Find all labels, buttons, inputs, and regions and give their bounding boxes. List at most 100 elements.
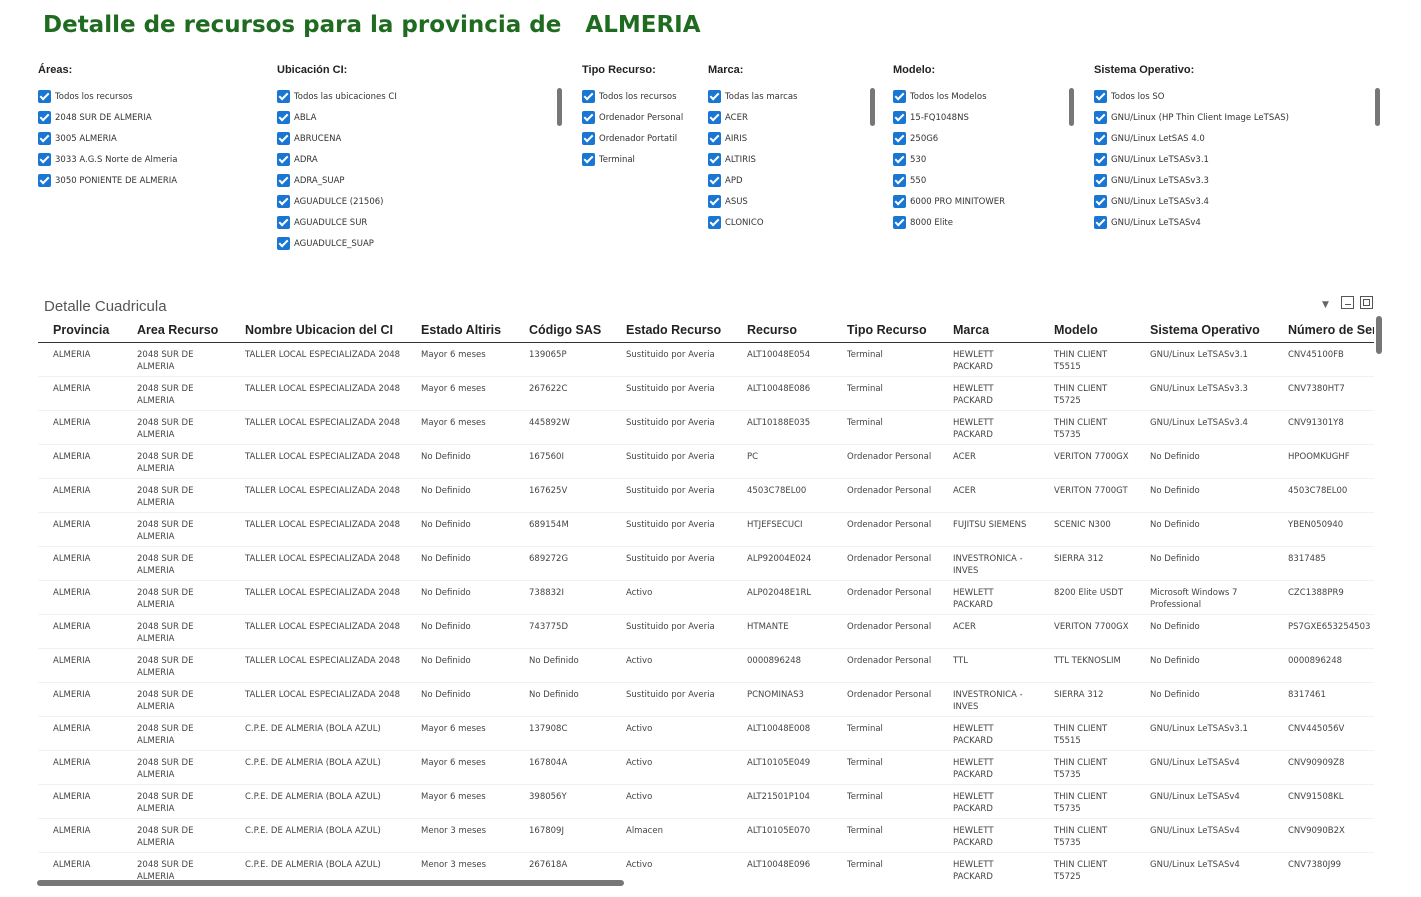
checkbox-checked-icon[interactable] — [893, 111, 906, 124]
filter-so-option[interactable]: GNU/Linux LeTSASv3.4 — [1094, 191, 1366, 212]
checkbox-checked-icon[interactable] — [38, 90, 51, 103]
column-header[interactable]: Recurso — [732, 318, 832, 343]
filter-so-option[interactable]: GNU/Linux LeTSASv3.3 — [1094, 170, 1366, 191]
maximize-icon[interactable] — [1360, 296, 1373, 309]
filter-marca-option[interactable]: ACER — [708, 107, 868, 128]
checkbox-checked-icon[interactable] — [277, 237, 290, 250]
filter-modelo-scrollbar[interactable] — [1069, 88, 1074, 126]
filter-modelo-option[interactable]: 15-FQ1048NS — [893, 107, 1065, 128]
column-header[interactable]: Marca — [938, 318, 1039, 343]
column-header[interactable]: Area Recurso — [122, 318, 230, 343]
column-header[interactable]: Tipo Recurso — [832, 318, 938, 343]
filter-marca-option[interactable]: APD — [708, 170, 868, 191]
filter-so-option[interactable]: GNU/Linux LeTSASv3.1 — [1094, 149, 1366, 170]
checkbox-checked-icon[interactable] — [708, 132, 721, 145]
checkbox-checked-icon[interactable] — [1094, 174, 1107, 187]
table-row[interactable]: ALMERIA 2048 SUR DE ALMERIA TALLER LOCAL E… — [38, 546, 1374, 581]
table-row[interactable]: ALMERIA 2048 SUR DE ALMERIA C.P.E. DE ALME… — [38, 852, 1374, 880]
column-header[interactable]: Estado Altiris — [406, 318, 514, 343]
filter-modelo-option[interactable]: Todos los Modelos — [893, 86, 1065, 107]
table-row[interactable]: ALMERIA 2048 SUR DE ALMERIA TALLER LOCAL E… — [38, 410, 1374, 445]
column-header[interactable]: Provincia — [38, 318, 122, 343]
table-row[interactable]: ALMERIA 2048 SUR DE ALMERIA TALLER LOCAL E… — [38, 580, 1374, 615]
checkbox-checked-icon[interactable] — [893, 153, 906, 166]
table-row[interactable]: ALMERIA 2048 SUR DE ALMERIA TALLER LOCAL E… — [38, 342, 1374, 377]
grid-vertical-scrollbar[interactable] — [1376, 316, 1382, 354]
filter-modelo-option[interactable]: 6000 PRO MINITOWER — [893, 191, 1065, 212]
filter-areas-option[interactable]: 3033 A.G.S Norte de Almeria — [38, 149, 258, 170]
table-row[interactable]: ALMERIA 2048 SUR DE ALMERIA C.P.E. DE ALME… — [38, 784, 1374, 819]
table-row[interactable]: ALMERIA 2048 SUR DE ALMERIA TALLER LOCAL E… — [38, 444, 1374, 479]
checkbox-checked-icon[interactable] — [277, 195, 290, 208]
checkbox-checked-icon[interactable] — [893, 216, 906, 229]
column-header[interactable]: Nombre Ubicacion del CI — [230, 318, 406, 343]
table-row[interactable]: ALMERIA 2048 SUR DE ALMERIA C.P.E. DE ALME… — [38, 716, 1374, 751]
checkbox-checked-icon[interactable] — [708, 111, 721, 124]
column-header[interactable]: Número de Serie — [1273, 318, 1374, 343]
filter-ubicacion-option[interactable]: ABLA — [277, 107, 557, 128]
filter-ubicacion-option[interactable]: AGUADULCE SUR — [277, 212, 557, 233]
filter-ubicacion-option[interactable]: AGUADULCE (21506) — [277, 191, 557, 212]
filter-areas-option[interactable]: 3050 PONIENTE DE ALMERIA — [38, 170, 258, 191]
table-row[interactable]: ALMERIA 2048 SUR DE ALMERIA TALLER LOCAL E… — [38, 512, 1374, 547]
table-row[interactable]: ALMERIA 2048 SUR DE ALMERIA TALLER LOCAL E… — [38, 682, 1374, 717]
table-row[interactable]: ALMERIA 2048 SUR DE ALMERIA TALLER LOCAL E… — [38, 614, 1374, 649]
checkbox-checked-icon[interactable] — [277, 174, 290, 187]
filter-areas-option[interactable]: Todos los recursos — [38, 86, 258, 107]
filter-ubicacion-option[interactable]: ADRA — [277, 149, 557, 170]
checkbox-checked-icon[interactable] — [708, 174, 721, 187]
grid-horizontal-scrollbar[interactable] — [37, 880, 624, 886]
filter-ubicacion-option[interactable]: ABRUCENA — [277, 128, 557, 149]
filter-marca-option[interactable]: ALTIRIS — [708, 149, 868, 170]
table-row[interactable]: ALMERIA 2048 SUR DE ALMERIA TALLER LOCAL E… — [38, 648, 1374, 683]
grid-menu-chevron-icon[interactable]: ▼ — [1322, 300, 1329, 310]
checkbox-checked-icon[interactable] — [582, 111, 595, 124]
filter-ubicacion-option[interactable]: AGUADULCE_SUAP — [277, 233, 557, 254]
checkbox-checked-icon[interactable] — [1094, 216, 1107, 229]
checkbox-checked-icon[interactable] — [277, 153, 290, 166]
column-header[interactable]: Código SAS — [514, 318, 611, 343]
table-row[interactable]: ALMERIA 2048 SUR DE ALMERIA C.P.E. DE ALME… — [38, 818, 1374, 853]
column-header[interactable]: Modelo — [1039, 318, 1135, 343]
filter-tipo-option[interactable]: Todos los recursos — [582, 86, 702, 107]
checkbox-checked-icon[interactable] — [277, 111, 290, 124]
checkbox-checked-icon[interactable] — [708, 153, 721, 166]
checkbox-checked-icon[interactable] — [38, 153, 51, 166]
minimize-icon[interactable] — [1341, 296, 1354, 309]
filter-tipo-option[interactable]: Terminal — [582, 149, 702, 170]
column-header[interactable]: Estado Recurso — [611, 318, 732, 343]
filter-modelo-option[interactable]: 550 — [893, 170, 1065, 191]
checkbox-checked-icon[interactable] — [1094, 111, 1107, 124]
filter-marca-scrollbar[interactable] — [870, 88, 875, 126]
filter-so-option[interactable]: GNU/Linux LetSAS 4.0 — [1094, 128, 1366, 149]
table-row[interactable]: ALMERIA 2048 SUR DE ALMERIA C.P.E. DE ALME… — [38, 750, 1374, 785]
checkbox-checked-icon[interactable] — [277, 90, 290, 103]
checkbox-checked-icon[interactable] — [38, 174, 51, 187]
checkbox-checked-icon[interactable] — [893, 195, 906, 208]
checkbox-checked-icon[interactable] — [1094, 132, 1107, 145]
filter-areas-option[interactable]: 3005 ALMERIA — [38, 128, 258, 149]
checkbox-checked-icon[interactable] — [582, 90, 595, 103]
checkbox-checked-icon[interactable] — [582, 153, 595, 166]
filter-so-option[interactable]: Todos los SO — [1094, 86, 1366, 107]
checkbox-checked-icon[interactable] — [708, 216, 721, 229]
filter-ubicacion-scrollbar[interactable] — [557, 88, 562, 126]
filter-marca-option[interactable]: CLONICO — [708, 212, 868, 233]
table-row[interactable]: ALMERIA 2048 SUR DE ALMERIA TALLER LOCAL E… — [38, 478, 1374, 513]
filter-modelo-option[interactable]: 250G6 — [893, 128, 1065, 149]
filter-ubicacion-option[interactable]: Todos las ubicaciones CI — [277, 86, 557, 107]
filter-so-option[interactable]: GNU/Linux (HP Thin Client Image LeTSAS) — [1094, 107, 1366, 128]
checkbox-checked-icon[interactable] — [1094, 195, 1107, 208]
checkbox-checked-icon[interactable] — [893, 132, 906, 145]
checkbox-checked-icon[interactable] — [708, 90, 721, 103]
filter-marca-option[interactable]: ASUS — [708, 191, 868, 212]
checkbox-checked-icon[interactable] — [893, 174, 906, 187]
checkbox-checked-icon[interactable] — [38, 111, 51, 124]
filter-marca-option[interactable]: AIRIS — [708, 128, 868, 149]
checkbox-checked-icon[interactable] — [893, 90, 906, 103]
table-row[interactable]: ALMERIA 2048 SUR DE ALMERIA TALLER LOCAL E… — [38, 376, 1374, 411]
filter-tipo-option[interactable]: Ordenador Portatil — [582, 128, 702, 149]
checkbox-checked-icon[interactable] — [582, 132, 595, 145]
filter-modelo-option[interactable]: 8000 Elite — [893, 212, 1065, 233]
checkbox-checked-icon[interactable] — [277, 132, 290, 145]
